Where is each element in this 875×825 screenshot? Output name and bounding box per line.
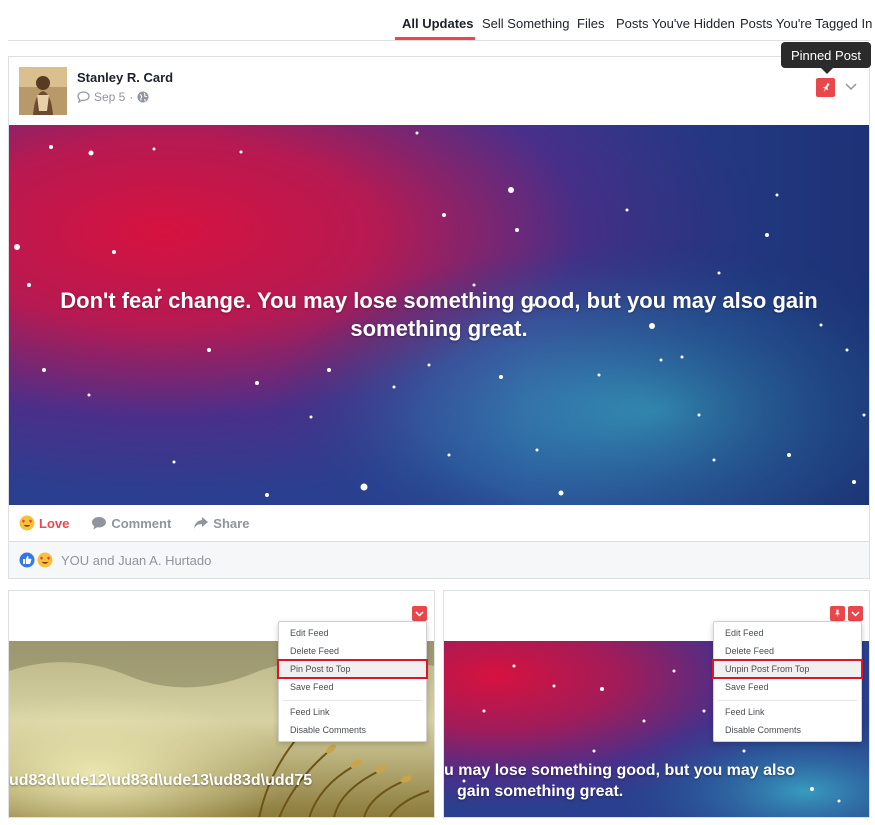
card-caption-right-line2: gain something great. [457, 783, 624, 800]
tab-files[interactable]: Files [577, 16, 604, 31]
share-icon [194, 517, 209, 529]
active-tab-indicator [395, 37, 475, 40]
tab-posts-tagged[interactable]: Posts You're Tagged In [740, 16, 872, 31]
menu-feed-link[interactable]: Feed Link [725, 707, 765, 717]
post-quote: Don't fear change. You may lose somethin… [60, 288, 818, 341]
chevron-down-icon[interactable] [843, 79, 859, 95]
pin-icon[interactable] [830, 606, 845, 621]
love-eyes-reaction-icon[interactable] [37, 552, 53, 568]
share-button[interactable]: Share [193, 516, 249, 531]
menu-disable-comments[interactable]: Disable Comments [725, 725, 801, 735]
avatar-image [19, 67, 67, 115]
menu-delete-feed[interactable]: Delete Feed [290, 646, 339, 656]
comment-label: Comment [111, 515, 172, 531]
post-card-left: ud83d\ude12\ud83d\ude13\ud83d\udd75 Edit… [8, 590, 435, 818]
reactions-bar: YOU and Juan A. Hurtado [9, 542, 869, 578]
card-dropdown-menu-left: Edit Feed Delete Feed Pin Post to Top Sa… [277, 621, 428, 742]
card-caption-right-line1: u may lose something good, but you may a… [444, 762, 796, 779]
card-dropdown-menu-right: Edit Feed Delete Feed Unpin Post From To… [712, 621, 863, 742]
menu-divider [283, 700, 422, 701]
globe-icon [137, 91, 149, 103]
menu-edit-feed[interactable]: Edit Feed [290, 628, 329, 638]
like-reaction-icon[interactable] [19, 552, 35, 568]
menu-divider [718, 700, 857, 701]
post-date[interactable]: Sep 5 [94, 90, 125, 104]
card-caption-left: ud83d\ude12\ud83d\ude13\ud83d\udd75 [9, 772, 313, 789]
card-menu-caret-right[interactable] [848, 606, 863, 621]
menu-save-feed[interactable]: Save Feed [725, 682, 769, 692]
menu-edit-feed[interactable]: Edit Feed [725, 628, 764, 638]
feed-tabs: All Updates Sell Something Files Posts Y… [8, 0, 872, 41]
comment-bubble-icon [77, 91, 90, 103]
share-label: Share [213, 515, 250, 531]
menu-pin-post[interactable]: Pin Post to Top [290, 664, 350, 674]
post-actions: Love Comment Share [9, 505, 869, 542]
chevron-down-icon [415, 610, 424, 617]
pin-icon[interactable] [816, 78, 835, 97]
pinned-post: Stanley R. Card Sep 5 · Pinned Post Don'… [8, 42, 871, 579]
meta-dot: · [129, 90, 134, 104]
pinned-post-tooltip: Pinned Post [781, 42, 871, 74]
avatar[interactable] [19, 67, 67, 115]
menu-unpin-post[interactable]: Unpin Post From Top [725, 664, 809, 674]
post-card-right: u may lose something good, but you may a… [443, 590, 870, 818]
card-menu-caret-left[interactable] [412, 606, 427, 621]
tab-all-updates[interactable]: All Updates [402, 16, 474, 31]
post-meta: Sep 5 · [77, 90, 149, 104]
menu-feed-link[interactable]: Feed Link [290, 707, 330, 717]
post-banner: Don't fear change. You may lose somethin… [9, 125, 869, 505]
love-eyes-emoji-icon [19, 515, 35, 531]
menu-delete-feed[interactable]: Delete Feed [725, 646, 774, 656]
comment-icon [92, 517, 107, 530]
love-button[interactable]: Love [19, 515, 69, 531]
chevron-down-icon [851, 610, 860, 617]
menu-disable-comments[interactable]: Disable Comments [290, 725, 366, 735]
tab-posts-hidden[interactable]: Posts You've Hidden [616, 16, 735, 31]
love-label: Love [39, 515, 70, 531]
tab-sell-something[interactable]: Sell Something [482, 16, 569, 31]
post-author[interactable]: Stanley R. Card [77, 70, 173, 85]
comment-button[interactable]: Comment [91, 516, 171, 531]
menu-save-feed[interactable]: Save Feed [290, 682, 334, 692]
reactions-names[interactable]: YOU and Juan A. Hurtado [61, 553, 211, 568]
